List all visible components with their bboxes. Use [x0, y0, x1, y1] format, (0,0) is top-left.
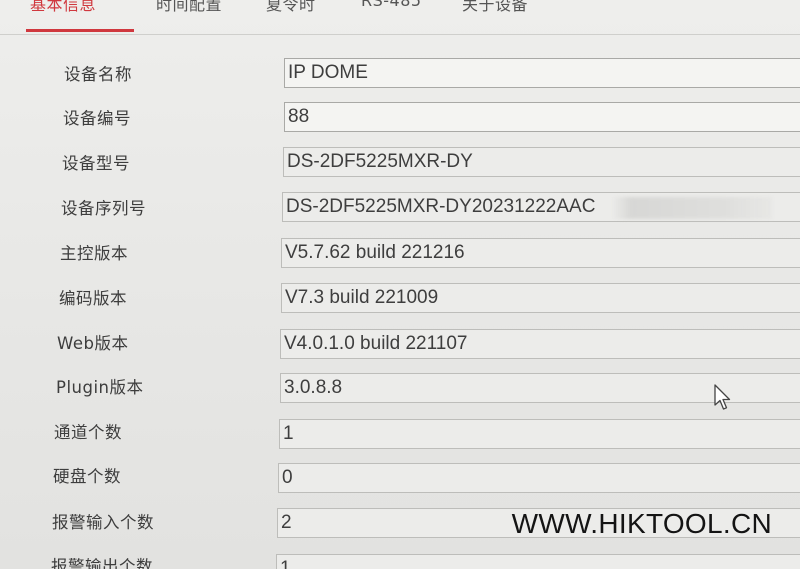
encoding-version-field: V7.3 build 221009: [281, 283, 800, 313]
mouse-cursor-icon: [714, 384, 731, 410]
alarm-output-count-label: 报警输出个数: [51, 557, 153, 569]
row-plugin-version: Plugin版本 3.0.8.8: [0, 371, 800, 411]
serial-redaction-blur: [612, 197, 772, 219]
firmware-version-field: V5.7.62 build 221216: [281, 238, 800, 268]
device-name-input[interactable]: IP DOME: [284, 58, 800, 88]
disk-count-field: 0: [278, 463, 800, 493]
row-alarm-output-count: 报警输出个数 1: [0, 552, 800, 569]
row-serial-number: 设备序列号 DS-2DF5225MXR-DY20231222AAC: [0, 190, 800, 230]
channel-count-label: 通道个数: [54, 423, 122, 442]
row-device-number: 设备编号 88: [0, 100, 800, 140]
firmware-version-label: 主控版本: [60, 244, 128, 263]
device-number-label: 设备编号: [63, 109, 131, 128]
row-disk-count: 硬盘个数 0: [0, 462, 800, 502]
device-basic-info-screen: 基本信息 时间配置 夏令时 RS-485 关于设备 设备名称 IP DOME 设…: [0, 0, 800, 569]
tab-bar: 基本信息 时间配置 夏令时 RS-485 关于设备: [0, 0, 800, 35]
alarm-output-count-field: 1: [276, 554, 800, 569]
encoding-version-label: 编码版本: [59, 289, 127, 308]
tab-time-settings[interactable]: 时间配置: [156, 0, 222, 15]
tab-basic-info[interactable]: 基本信息: [30, 0, 96, 15]
channel-count-field: 1: [279, 419, 800, 449]
alarm-input-count-label: 报警输入个数: [52, 513, 154, 532]
active-tab-indicator: [26, 29, 134, 32]
serial-number-label: 设备序列号: [61, 199, 146, 218]
web-version-field: V4.0.1.0 build 221107: [280, 329, 800, 359]
plugin-version-label: Plugin版本: [56, 378, 144, 397]
watermark-text: WWW.HIKTOOL.CN: [511, 508, 772, 539]
row-encoding-version: 编码版本 V7.3 build 221009: [0, 281, 800, 321]
row-device-model: 设备型号 DS-2DF5225MXR-DY: [0, 145, 800, 185]
tab-dst[interactable]: 夏令时: [266, 0, 316, 15]
tab-about-device[interactable]: 关于设备: [462, 0, 528, 15]
device-model-field: DS-2DF5225MXR-DY: [283, 147, 800, 177]
device-number-input[interactable]: 88: [284, 102, 800, 132]
web-version-label: Web版本: [57, 334, 129, 353]
row-web-version: Web版本 V4.0.1.0 build 221107: [0, 326, 800, 366]
row-channel-count: 通道个数 1: [0, 417, 800, 457]
disk-count-label: 硬盘个数: [53, 467, 121, 486]
device-name-label: 设备名称: [64, 65, 132, 84]
row-device-name: 设备名称 IP DOME: [0, 55, 800, 95]
row-firmware-version: 主控版本 V5.7.62 build 221216: [0, 236, 800, 276]
device-model-label: 设备型号: [62, 154, 130, 173]
tab-rs485[interactable]: RS-485: [361, 0, 422, 10]
